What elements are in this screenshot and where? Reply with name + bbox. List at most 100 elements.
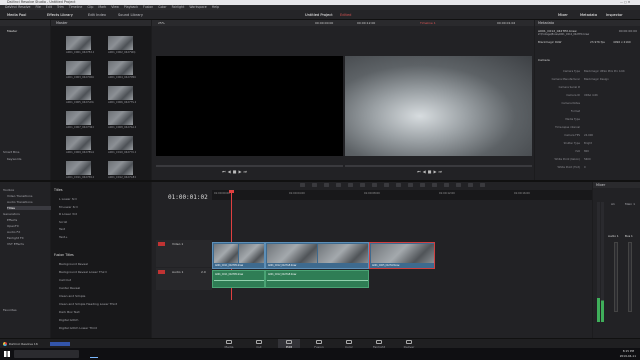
timeline-ruler[interactable]: 01:00:00:00 01:00:04:00 01:00:08:00 01:00:1…: [212, 190, 592, 200]
effects-group[interactable]: OpenFX: [7, 224, 19, 228]
fusion-title-item[interactable]: Call Out: [59, 278, 71, 282]
fusion-title-item[interactable]: Digital Glitch: [59, 318, 78, 322]
sound-library-button[interactable]: Sound Library: [118, 10, 143, 20]
fusion-title-item[interactable]: Clean and Simple Heading Lower Third: [59, 302, 117, 306]
video-clip-2[interactable]: A001_C012_0427GE.braw: [265, 242, 369, 269]
menu-item[interactable]: Clip: [87, 5, 93, 9]
metadata-button[interactable]: Metadata: [580, 10, 597, 20]
metadata-value[interactable]: 5600: [584, 158, 591, 161]
timeline-transport[interactable]: ⏮◀■▶⏭: [417, 169, 467, 175]
edit-tool-button[interactable]: [384, 183, 389, 187]
fusion-title-item[interactable]: Background Reveal: [59, 262, 88, 266]
clip-thumbnail[interactable]: [108, 136, 133, 150]
bus1-fader[interactable]: [628, 242, 632, 312]
metadata-value[interactable]: Blackmagic Design: [584, 78, 609, 81]
audio1-fader[interactable]: [614, 242, 618, 312]
edit-tool-button[interactable]: [360, 183, 365, 187]
metadata-value[interactable]: 0: [584, 166, 586, 169]
audio-track-header[interactable]: Audio 1 2.0: [156, 268, 212, 290]
audio-clip-2[interactable]: A001_C012_0427GE.braw: [265, 270, 369, 288]
edit-tool-button[interactable]: [336, 183, 341, 187]
effects-group[interactable]: Audio Transitions: [7, 200, 33, 204]
menu-item[interactable]: Timeline: [69, 5, 83, 9]
menu-item[interactable]: Mark: [98, 5, 106, 9]
clip-thumbnail[interactable]: [66, 36, 91, 50]
clip-thumbnail[interactable]: [66, 111, 91, 125]
menu-item[interactable]: View: [111, 5, 119, 9]
fusion-title-item[interactable]: Background Reveal Lower Third: [59, 270, 107, 274]
start-icon[interactable]: [4, 351, 10, 357]
taskbar-resolve[interactable]: [90, 350, 98, 358]
timeline-viewer[interactable]: [345, 56, 532, 156]
clip-thumbnail[interactable]: [66, 161, 91, 175]
title-item[interactable]: Text: [59, 227, 65, 231]
source-scrubber[interactable]: [156, 165, 343, 167]
title-item[interactable]: Text+: [59, 235, 68, 239]
metadata-value[interactable]: 800: [584, 150, 589, 153]
taskbar-search[interactable]: [14, 350, 79, 358]
metadata-value[interactable]: URSA 4.6K: [584, 94, 598, 97]
metadata-value[interactable]: Blackmagic URSA Mini Pro 4.6K: [584, 70, 625, 73]
video-clip-1[interactable]: A001_C011_0427PO.braw: [212, 242, 265, 269]
audio-clip-1[interactable]: A001_C011_0427PO.braw: [212, 270, 265, 288]
effects-group[interactable]: Fairlight FX: [7, 236, 24, 240]
effects-group[interactable]: Effects: [7, 218, 17, 222]
edit-tool-button[interactable]: [408, 183, 413, 187]
fusion-title-item[interactable]: Digital Glitch Lower Third: [59, 326, 97, 330]
edit-index-button[interactable]: Edit Index: [88, 10, 106, 20]
fusion-title-item[interactable]: Center Reveal: [59, 286, 80, 290]
edit-tool-button[interactable]: [324, 183, 329, 187]
menu-item[interactable]: Fusion: [143, 5, 153, 9]
edit-toolbar[interactable]: [300, 183, 500, 188]
clip-thumbnail[interactable]: [66, 61, 91, 75]
menu-item[interactable]: Edit: [46, 5, 52, 9]
clip-thumbnail[interactable]: [108, 111, 133, 125]
effects-group[interactable]: Video Transitions: [7, 194, 32, 198]
edit-tool-button[interactable]: [432, 183, 437, 187]
menu-item[interactable]: Playback: [124, 5, 138, 9]
effects-group[interactable]: Audio FX: [7, 230, 20, 234]
edit-tool-button[interactable]: [480, 183, 485, 187]
clip-thumbnail[interactable]: [66, 86, 91, 100]
menu-item[interactable]: File: [35, 5, 40, 9]
menu-item[interactable]: Workspace: [189, 5, 206, 9]
edit-tool-button[interactable]: [348, 183, 353, 187]
edit-tool-button[interactable]: [312, 183, 317, 187]
clip-thumbnail[interactable]: [108, 161, 133, 175]
edit-tool-button[interactable]: [372, 183, 377, 187]
edit-tool-button[interactable]: [300, 183, 305, 187]
video-track-header[interactable]: Video 1: [156, 240, 212, 267]
effects-group[interactable]: Generators: [3, 212, 20, 216]
zoom-level[interactable]: 25%: [158, 20, 165, 26]
fusion-title-item[interactable]: Dark Box Text: [59, 310, 80, 314]
clip-thumbnail[interactable]: [108, 61, 133, 75]
edit-tool-button[interactable]: [444, 183, 449, 187]
master-bin[interactable]: Master: [7, 29, 17, 33]
mixer-button[interactable]: Mixer: [558, 10, 568, 20]
menu-item[interactable]: Help: [212, 5, 219, 9]
effects-group[interactable]: Titles: [7, 206, 51, 210]
fusion-title-item[interactable]: Clean and Simple: [59, 294, 85, 298]
edit-tool-button[interactable]: [468, 183, 473, 187]
effects-group[interactable]: VST Effects: [7, 242, 24, 246]
menu-item[interactable]: DaVinci Resolve: [5, 5, 30, 9]
edit-tool-button[interactable]: [396, 183, 401, 187]
menu-item[interactable]: Fairlight: [172, 5, 185, 9]
title-item[interactable]: Scroll: [59, 220, 67, 224]
media-pool-button[interactable]: Media Pool: [7, 10, 26, 20]
playhead-marker[interactable]: [229, 190, 234, 193]
timeline-name[interactable]: Timeline 1: [420, 20, 436, 26]
clip-thumbnail[interactable]: [66, 136, 91, 150]
title-item[interactable]: L Lower 3rd: [59, 197, 77, 201]
source-transport[interactable]: ⏮◀■▶⏭: [222, 169, 272, 175]
media-pool-grid[interactable]: Master A001_C001_0427EX.braw A001_C002_04…: [51, 20, 151, 180]
effects-library-button[interactable]: Effects Library: [47, 10, 73, 20]
inspector-button[interactable]: Inspector: [606, 10, 623, 20]
clip-thumbnail[interactable]: [108, 86, 133, 100]
video-clip-3[interactable]: A001_C005_0427LP.braw: [369, 242, 435, 269]
menu-item[interactable]: Trim: [57, 5, 64, 9]
metadata-value[interactable]: Bright: [584, 142, 592, 145]
metadata-value[interactable]: 24.000: [584, 134, 593, 137]
clip-thumbnail[interactable]: [108, 36, 133, 50]
window-controls[interactable]: — ▢ ✕: [620, 1, 638, 4]
